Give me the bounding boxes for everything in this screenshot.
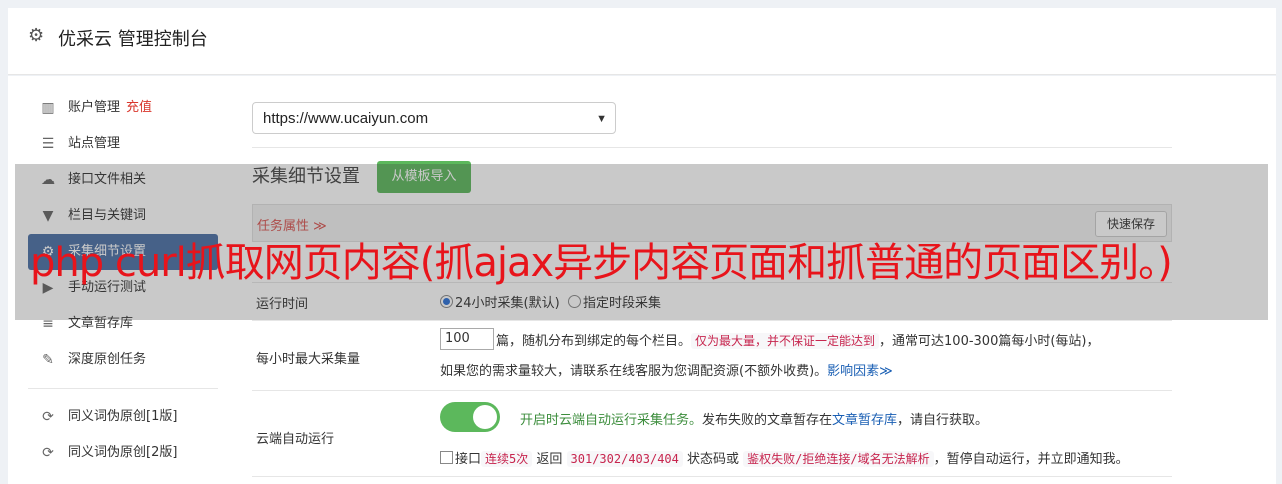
sidebar-item-synonym-v2[interactable]: ⟳ 同义词伪原创[2版] bbox=[28, 435, 218, 471]
code-consecutive: 连续5次 bbox=[481, 451, 533, 467]
site-select-value: https://www.ucaiyun.com bbox=[263, 110, 429, 127]
max-per-hour-desc2: 如果您的需求量较大，请联系在线客服为您调配资源(不额外收费)。影响因素≫ bbox=[440, 360, 893, 379]
influence-factors-link[interactable]: 影响因素≫ bbox=[827, 364, 893, 379]
overlay-headline: php curl抓取网页内容(抓ajax异步内容页面和抓普通的页面区别。) bbox=[30, 240, 1173, 286]
chevron-down-icon: ▼ bbox=[596, 113, 607, 125]
code-errors: 鉴权失败/拒绝连接/域名无法解析 bbox=[743, 451, 934, 467]
sidebar-item-label: 账户管理 bbox=[68, 100, 121, 115]
auto-run-toggle[interactable] bbox=[440, 402, 500, 432]
desc-text: ，暂停自动运行，并立即通知我。 bbox=[933, 452, 1129, 467]
desc-text: 发布失败的文章暂存在 bbox=[702, 413, 833, 428]
auto-run-desc: 开启时云端自动运行采集任务。发布失败的文章暂存在文章暂存库，请自行获取。 bbox=[520, 409, 988, 428]
desc-text: ，通常可达100-300篇每小时(每站)， bbox=[879, 334, 1100, 349]
refresh-icon: ⟳ bbox=[42, 445, 54, 461]
sidebar-item-label: 同义词伪原创[1版] bbox=[68, 409, 178, 424]
desc-text: 如果您的需求量较大，请联系在线客服为您调配资源(不额外收费)。 bbox=[440, 364, 828, 379]
divider bbox=[252, 147, 1172, 148]
auto-run-row: 云端自动运行 开启时云端自动运行采集任务。发布失败的文章暂存在文章暂存库，请自行… bbox=[252, 390, 1172, 477]
sidebar-item-label: 深度原创任务 bbox=[68, 352, 147, 367]
max-per-hour-input[interactable]: 100 bbox=[440, 328, 494, 350]
article-store-link[interactable]: 文章暂存库 bbox=[832, 413, 897, 428]
desc-text: 返回 bbox=[532, 452, 567, 467]
server-icon: ☰ bbox=[41, 136, 55, 152]
refresh-icon: ⟳ bbox=[42, 409, 54, 425]
max-per-hour-label: 每小时最大采集量 bbox=[256, 352, 361, 367]
auto-pause-option: 接口 连续5次 返回 301/302/403/404 状态码或 鉴权失败/拒绝连接… bbox=[440, 448, 1129, 467]
site-select[interactable]: https://www.ucaiyun.com ▼ bbox=[252, 102, 616, 134]
auto-run-label: 云端自动运行 bbox=[256, 432, 335, 447]
page-title: 优采云 管理控制台 bbox=[58, 29, 208, 50]
max-note: 仅为最大量，并不保证一定能达到 bbox=[691, 333, 880, 349]
max-per-hour-row: 每小时最大采集量 100 篇，随机分布到绑定的每个栏目。 仅为最大量，并不保证一定… bbox=[252, 320, 1172, 391]
gear-icon: ⚙ bbox=[28, 25, 45, 46]
bar-chart-icon: ▥ bbox=[41, 100, 55, 116]
auto-pause-checkbox[interactable] bbox=[440, 451, 453, 464]
desc-text: ，请自行获取。 bbox=[897, 413, 989, 428]
top-header: ⚙ 优采云 管理控制台 bbox=[8, 8, 1276, 75]
desc-text: 状态码或 bbox=[682, 452, 744, 467]
sidebar-item-deep-original[interactable]: ✎ 深度原创任务 bbox=[28, 342, 218, 378]
code-status: 301/302/403/404 bbox=[566, 451, 683, 467]
sidebar-item-account[interactable]: ▥ 账户管理 充值 bbox=[28, 90, 218, 126]
chk-label: 接口 bbox=[455, 452, 482, 467]
auto-run-green-text: 开启时云端自动运行采集任务。 bbox=[520, 413, 703, 428]
sidebar-item-label: 同义词伪原创[2版] bbox=[68, 445, 178, 460]
recharge-link[interactable]: 充值 bbox=[126, 100, 152, 115]
sidebar-divider bbox=[28, 388, 218, 389]
max-per-hour-desc: 篇，随机分布到绑定的每个栏目。 仅为最大量，并不保证一定能达到 ，通常可达100-3… bbox=[496, 330, 1100, 349]
edit-icon: ✎ bbox=[42, 352, 54, 368]
desc-text: 篇，随机分布到绑定的每个栏目。 bbox=[496, 334, 692, 349]
sidebar-item-label: 站点管理 bbox=[68, 136, 121, 151]
sidebar-item-synonym-v1[interactable]: ⟳ 同义词伪原创[1版] bbox=[28, 399, 218, 435]
sidebar-item-sites[interactable]: ☰ 站点管理 bbox=[28, 126, 218, 162]
